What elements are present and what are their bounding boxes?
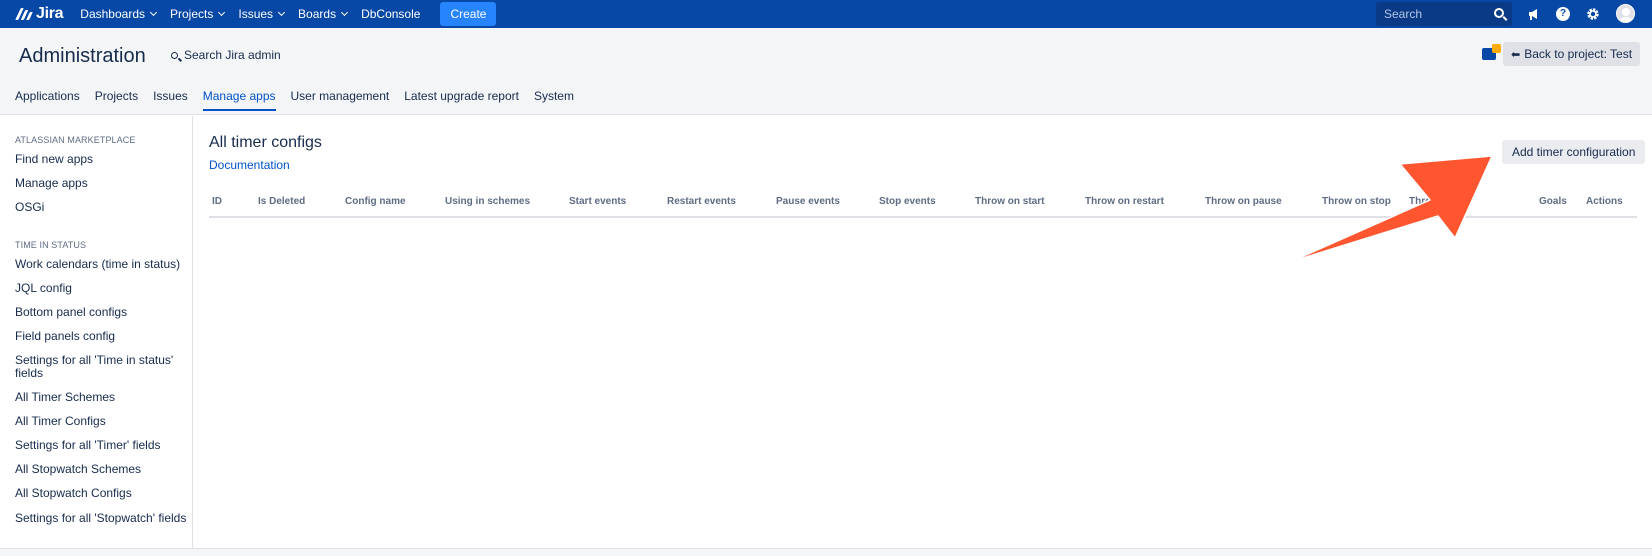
sidebar-item-field-panels-config[interactable]: Field panels config bbox=[15, 330, 187, 343]
create-button[interactable]: Create bbox=[440, 2, 497, 26]
sidebar-item-all-stopwatch-configs[interactable]: All Stopwatch Configs bbox=[15, 487, 187, 500]
nav-projects-label: Projects bbox=[170, 7, 214, 21]
main-content: All timer configs Documentation Add time… bbox=[194, 116, 1652, 548]
sidebar-item-osgi[interactable]: OSGi bbox=[15, 201, 187, 214]
column-header-throw-on-fail: Throw on fail bbox=[1409, 196, 1472, 207]
chevron-down-icon bbox=[278, 8, 286, 17]
sidebar-item-manage-apps[interactable]: Manage apps bbox=[15, 177, 187, 190]
sidebar-item-timer-settings[interactable]: Settings for all 'Timer' fields bbox=[15, 439, 187, 452]
search-icon bbox=[171, 51, 178, 59]
column-header-pause-events: Pause events bbox=[776, 196, 840, 207]
documentation-link[interactable]: Documentation bbox=[209, 158, 290, 172]
sidebar-item-all-timer-configs[interactable]: All Timer Configs bbox=[15, 415, 187, 428]
back-to-project-label: Back to project: Test bbox=[1524, 47, 1633, 61]
admin-search-label: Search Jira admin bbox=[184, 48, 281, 62]
avatar[interactable] bbox=[1616, 4, 1635, 23]
tab-system[interactable]: System bbox=[534, 89, 574, 111]
column-header-throw-on-start: Throw on start bbox=[975, 196, 1045, 207]
column-header-throw-on-restart: Throw on restart bbox=[1085, 196, 1164, 207]
nav-dbconsole[interactable]: DbConsole bbox=[361, 7, 420, 21]
column-header-actions: Actions bbox=[1586, 196, 1623, 207]
column-header-stop-events: Stop events bbox=[879, 196, 936, 207]
tab-applications[interactable]: Applications bbox=[15, 89, 80, 111]
nav-issues-label: Issues bbox=[238, 7, 274, 21]
help-icon: ? bbox=[1556, 7, 1570, 21]
nav-issues[interactable]: Issues bbox=[238, 7, 286, 21]
column-header-start-events: Start events bbox=[569, 196, 627, 207]
gear-icon[interactable] bbox=[1584, 5, 1602, 23]
column-header-config-name: Config name bbox=[345, 196, 406, 207]
top-nav: Dashboards Projects Issues Boards DbCons… bbox=[80, 2, 497, 26]
admin-header: Administration Search Jira admin ⬅ Back … bbox=[0, 28, 1652, 115]
admin-search-link[interactable]: Search Jira admin bbox=[171, 48, 281, 62]
sidebar-item-all-stopwatch-schemes[interactable]: All Stopwatch Schemes bbox=[15, 463, 187, 476]
column-header-goals: Goals bbox=[1539, 196, 1567, 207]
tab-user-management[interactable]: User management bbox=[291, 89, 390, 111]
jira-logo-icon bbox=[15, 7, 33, 21]
sidebar-heading-marketplace: ATLASSIAN MARKETPLACE bbox=[15, 135, 136, 145]
tab-issues[interactable]: Issues bbox=[153, 89, 188, 111]
sidebar-item-bottom-panel-configs[interactable]: Bottom panel configs bbox=[15, 306, 187, 319]
table-header: ID Is Deleted Config name Using in schem… bbox=[209, 196, 1637, 218]
back-to-project-button[interactable]: ⬅ Back to project: Test bbox=[1503, 42, 1641, 66]
sidebar-item-all-timer-schemes[interactable]: All Timer Schemes bbox=[15, 391, 187, 404]
column-header-throw-on-stop: Throw on stop bbox=[1322, 196, 1391, 207]
help-button[interactable]: ? bbox=[1554, 5, 1572, 23]
sidebar-heading-time-in-status: TIME IN STATUS bbox=[15, 240, 87, 250]
jira-logo-text: Jira bbox=[36, 5, 64, 22]
section-title: All timer configs bbox=[209, 134, 322, 151]
chevron-down-icon bbox=[341, 8, 349, 17]
column-header-restart-events: Restart events bbox=[667, 196, 736, 207]
sidebar-item-stopwatch-settings[interactable]: Settings for all 'Stopwatch' fields bbox=[15, 512, 187, 525]
page-footer-strip bbox=[0, 548, 1652, 556]
nav-dbconsole-label: DbConsole bbox=[361, 7, 421, 21]
chevron-down-icon bbox=[218, 8, 226, 17]
page-title: Administration bbox=[19, 45, 146, 67]
tab-manage-apps[interactable]: Manage apps bbox=[202, 89, 276, 111]
top-navigation-bar: Jira Dashboards Projects Issues Boards D… bbox=[0, 0, 1652, 28]
sidebar-item-jql-config[interactable]: JQL config bbox=[15, 282, 187, 295]
nav-boards[interactable]: Boards bbox=[298, 7, 349, 21]
admin-sidebar: ATLASSIAN MARKETPLACE Find new apps Mana… bbox=[0, 116, 193, 548]
megaphone-icon[interactable] bbox=[1525, 5, 1543, 23]
sidebar-item-work-calendars[interactable]: Work calendars (time in status) bbox=[15, 258, 187, 271]
column-header-throw-on-pause: Throw on pause bbox=[1205, 196, 1282, 207]
admin-tabs: Applications Projects Issues Manage apps… bbox=[15, 89, 589, 111]
nav-dashboards-label: Dashboards bbox=[80, 7, 145, 21]
nav-dashboards[interactable]: Dashboards bbox=[80, 7, 158, 21]
jira-logo[interactable]: Jira bbox=[15, 5, 64, 23]
tab-latest-upgrade-report[interactable]: Latest upgrade report bbox=[404, 89, 519, 111]
global-search[interactable] bbox=[1376, 2, 1512, 26]
column-header-using-in-schemes: Using in schemes bbox=[445, 196, 531, 207]
arrow-left-icon: ⬅ bbox=[1511, 48, 1521, 61]
chevron-down-icon bbox=[149, 8, 158, 17]
column-header-id: ID bbox=[212, 196, 222, 207]
feedback-icon[interactable] bbox=[1482, 44, 1501, 62]
global-search-input[interactable] bbox=[1384, 7, 1484, 21]
column-header-is-deleted: Is Deleted bbox=[258, 196, 306, 207]
tab-projects[interactable]: Projects bbox=[95, 89, 138, 111]
add-timer-configuration-button[interactable]: Add timer configuration bbox=[1502, 140, 1646, 164]
search-icon[interactable] bbox=[1494, 8, 1504, 18]
sidebar-item-find-new-apps[interactable]: Find new apps bbox=[15, 153, 187, 166]
nav-boards-label: Boards bbox=[298, 7, 337, 21]
nav-projects[interactable]: Projects bbox=[170, 7, 226, 21]
sidebar-item-time-in-status-settings[interactable]: Settings for all 'Time in status' fields bbox=[15, 354, 187, 380]
